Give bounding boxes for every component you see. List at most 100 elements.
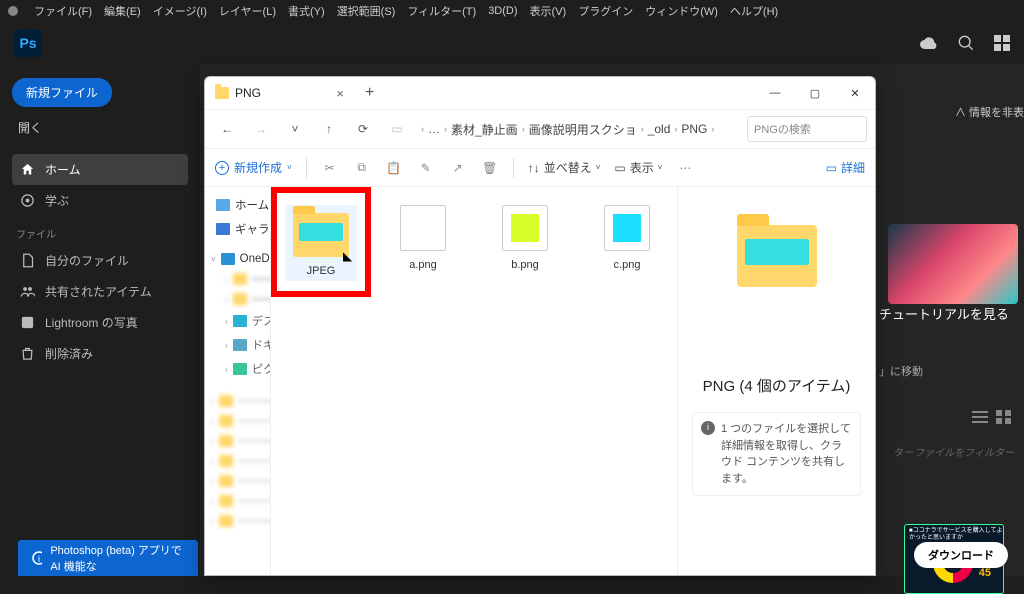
tree-item[interactable]: ›——— <box>209 471 266 491</box>
tree-item[interactable]: ›——— <box>209 269 266 289</box>
rename-icon[interactable]: ✎ <box>417 161 435 175</box>
tree-desktop[interactable]: ›デスクトップ <box>209 309 266 333</box>
sidebar-item-myfiles[interactable]: 自分のファイル <box>12 245 188 276</box>
sidebar-item-deleted[interactable]: 削除済み <box>12 338 188 369</box>
refresh-button[interactable]: ⟳ <box>349 115 377 143</box>
sidebar-item-learn[interactable]: 学ぶ <box>12 185 188 216</box>
crumb[interactable]: 素材_静止画 <box>451 121 518 138</box>
copy-icon[interactable]: ⧉ <box>353 160 371 175</box>
svg-text:i: i <box>38 554 40 564</box>
sidebar-item-lightroom[interactable]: Lightroom の写真 <box>12 307 188 338</box>
new-button[interactable]: +新規作成 ˅ <box>215 159 292 176</box>
paste-icon[interactable]: 📋 <box>385 161 403 175</box>
view-mode-icons[interactable] <box>972 410 1012 424</box>
list-icon[interactable] <box>972 410 988 424</box>
menu-item[interactable]: イメージ(I) <box>153 3 207 19</box>
folder-icon <box>293 213 349 257</box>
crumb[interactable]: … <box>428 122 440 136</box>
close-button[interactable]: ✕ <box>835 77 875 109</box>
download-button[interactable]: ダウンロード <box>914 542 1008 568</box>
maximize-button[interactable]: ▢ <box>795 77 835 109</box>
tree-home[interactable]: ホーム <box>209 193 266 217</box>
explorer-toolbar: +新規作成 ˅ ✂ ⧉ 📋 ✎ ↗ 🗑 ↑↓ 並べ替え ˅ ▭ 表示 ˅ ⋯ ▭… <box>205 149 875 187</box>
tree-item[interactable]: ›——— <box>209 411 266 431</box>
explorer-navbar: ← → ˅ ↑ ⟳ ▭ › …› 素材_静止画› 画像説明用スクショ› _old… <box>205 109 875 149</box>
cut-icon[interactable]: ✂ <box>321 161 339 175</box>
tree-item[interactable]: ›———— <box>209 431 266 451</box>
sidebar-label: 削除済み <box>45 345 93 362</box>
sidebar-label: ホーム <box>45 161 81 178</box>
item-label: b.png <box>511 259 539 271</box>
tree-pictures[interactable]: ›ピクチャ <box>209 357 266 381</box>
breadcrumb[interactable]: › …› 素材_静止画› 画像説明用スクショ› _old› PNG› <box>417 121 741 138</box>
menu-item[interactable]: 表示(V) <box>530 3 567 19</box>
details-button[interactable]: ▭ 詳細 <box>826 159 865 176</box>
info-hide-toggle[interactable]: ∧ 情報を非表 <box>955 104 1024 120</box>
menu-item[interactable]: ファイル(F) <box>34 3 92 19</box>
new-tab-button[interactable]: + <box>355 84 384 102</box>
gift-icon[interactable] <box>994 35 1010 51</box>
file-grid[interactable]: JPEG ◣ a.png b.png c.png <box>271 187 677 575</box>
tree-item[interactable]: ›——— <box>209 491 266 511</box>
file-item-a[interactable]: a.png <box>387 205 459 271</box>
menu-item[interactable]: フィルター(T) <box>407 3 476 19</box>
trash-icon <box>20 346 35 361</box>
menu-item[interactable]: プラグイン <box>578 3 633 19</box>
tree-onedrive[interactable]: ˅OneDrive <box>209 249 266 269</box>
tree-item[interactable]: ›———— <box>209 391 266 411</box>
open-button[interactable]: 開く <box>18 119 188 136</box>
ps-sidebar: 新規ファイル 開く ホーム 学ぶ ファイル 自分のファイル 共有されたアイテム … <box>0 64 200 576</box>
menu-item[interactable]: 編集(E) <box>104 3 141 19</box>
monitor-icon[interactable]: ▭ <box>383 115 411 143</box>
file-item-c[interactable]: c.png <box>591 205 663 271</box>
sidebar-item-shared[interactable]: 共有されたアイテム <box>12 276 188 307</box>
tab-close-icon[interactable]: × <box>336 86 344 101</box>
explorer-tree[interactable]: ホーム ギャラリー ˅OneDrive ›——— ›————— ›デスクトップ … <box>205 187 271 575</box>
delete-icon[interactable]: 🗑 <box>481 161 499 175</box>
share-icon[interactable]: ↗ <box>449 161 467 175</box>
pictures-icon <box>233 363 247 375</box>
details-pane: PNG (4 個のアイテム) i 1 つのファイルを選択して詳細情報を取得し、ク… <box>677 187 875 575</box>
sidebar-item-home[interactable]: ホーム <box>12 154 188 185</box>
titlebar: PNG × + — ▢ ✕ <box>205 77 875 109</box>
minimize-button[interactable]: — <box>755 77 795 109</box>
explorer-tab[interactable]: PNG × <box>205 77 355 109</box>
menu-item[interactable]: 選択範囲(S) <box>337 3 396 19</box>
new-file-button[interactable]: 新規ファイル <box>12 78 112 107</box>
up-button[interactable]: ˅ <box>281 115 309 143</box>
sort-button[interactable]: ↑↓ 並べ替え ˅ <box>528 159 601 176</box>
tree-item[interactable]: ›————— <box>209 451 266 471</box>
move-text: 」に移動 <box>879 363 1014 379</box>
menu-item[interactable]: レイヤー(L) <box>219 3 276 19</box>
menu-item[interactable]: ウィンドウ(W) <box>645 3 718 19</box>
grid-icon[interactable] <box>996 410 1012 424</box>
menu-item[interactable]: 3D(D) <box>488 5 517 17</box>
tree-item[interactable]: ›————— <box>209 511 266 531</box>
cloud-icon[interactable] <box>920 36 938 50</box>
filter-label-right: ファイルをフィルター <box>914 444 1014 459</box>
file-item-b[interactable]: b.png <box>489 205 561 271</box>
crumb[interactable]: 画像説明用スクショ <box>529 121 637 138</box>
gallery-icon <box>216 223 230 235</box>
lightroom-icon <box>20 315 35 330</box>
crumb[interactable]: _old <box>648 122 671 136</box>
menu-item[interactable]: ヘルプ(H) <box>730 3 778 19</box>
tree-item[interactable]: ›————— <box>209 289 266 309</box>
tree-gallery[interactable]: ギャラリー <box>209 217 266 241</box>
tutorial-link[interactable]: チュートリアルを見る <box>879 304 1014 323</box>
crumb[interactable]: PNG <box>681 122 707 136</box>
forward-button[interactable]: → <box>247 115 275 143</box>
item-label: JPEG <box>307 265 336 277</box>
search-icon[interactable] <box>958 35 974 51</box>
more-icon[interactable]: ⋯ <box>676 161 694 175</box>
desktop-icon <box>233 315 247 327</box>
back-button[interactable]: ← <box>213 115 241 143</box>
menu-item[interactable]: 書式(Y) <box>288 3 325 19</box>
search-input[interactable]: PNGの検索 <box>747 116 867 142</box>
parent-button[interactable]: ↑ <box>315 115 343 143</box>
beta-banner[interactable]: i Photoshop (beta) アプリで AI 機能な <box>18 540 198 576</box>
tree-documents[interactable]: ›ドキュメント <box>209 333 266 357</box>
view-button[interactable]: ▭ 表示 ˅ <box>614 159 662 176</box>
folder-item-jpeg[interactable]: JPEG ◣ <box>285 205 357 281</box>
tab-title: PNG <box>235 86 261 100</box>
